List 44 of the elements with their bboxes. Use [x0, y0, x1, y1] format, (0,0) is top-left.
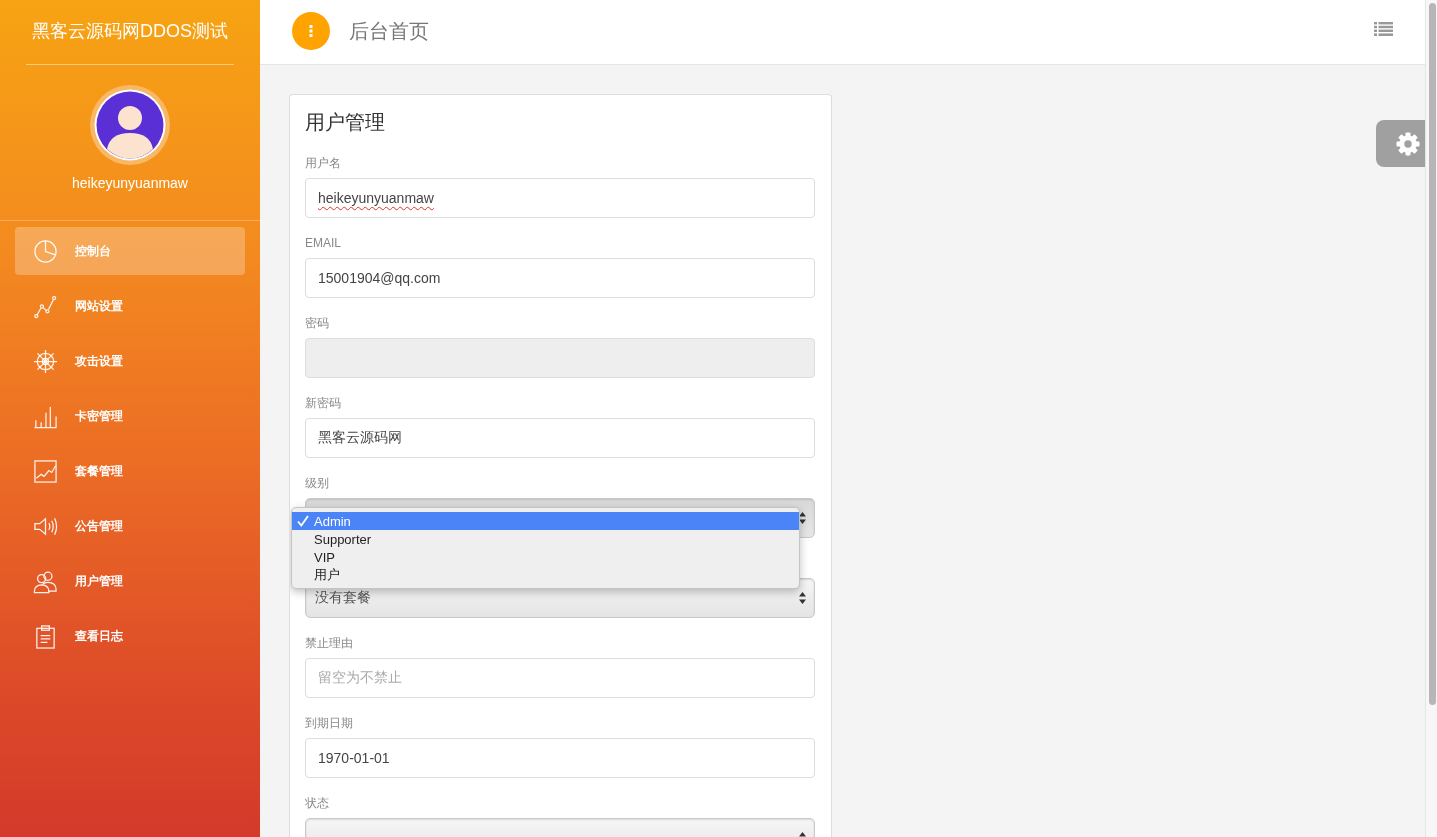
sidebar-item[interactable]: 查看日志	[15, 612, 245, 660]
field-label: 级别	[305, 476, 330, 491]
ship-wheel-icon	[33, 348, 58, 374]
list-icon[interactable]	[1374, 21, 1393, 36]
sidebar-item[interactable]: 用户管理	[15, 557, 245, 605]
sidebar-item[interactable]: 攻击设置	[15, 337, 245, 385]
updown-arrows-icon	[799, 592, 806, 604]
dropdown-option[interactable]: VIP	[292, 548, 799, 566]
field-label: EMAIL	[305, 236, 342, 251]
card-title: 用户管理	[305, 110, 386, 135]
username: heikeyunyuanmaw	[71, 174, 189, 192]
field-label: 新密码	[305, 396, 342, 411]
field-label: 密码	[305, 316, 330, 331]
check-icon	[297, 515, 309, 527]
settings-button[interactable]	[1376, 120, 1425, 167]
input-field[interactable]: 黑客云源码网	[305, 418, 815, 458]
settings-icon	[1396, 131, 1420, 156]
field-label: 到期日期	[305, 716, 354, 731]
sidebar-item[interactable]: 套餐管理	[15, 447, 245, 495]
chart-frame-icon	[33, 458, 58, 484]
sidebar-item[interactable]: 网站设置	[15, 282, 245, 330]
field-label: 禁止理由	[305, 636, 354, 651]
dropdown-option[interactable]: Admin	[292, 512, 799, 530]
updown-arrows-icon	[799, 512, 806, 524]
dropdown-option[interactable]: Supporter	[292, 530, 799, 548]
clipboard-icon	[33, 623, 58, 649]
pie-chart-icon	[33, 238, 58, 264]
field-label: 用户名	[305, 156, 342, 171]
line-chart-icon	[33, 293, 58, 319]
scrollbar-thumb[interactable]	[1429, 3, 1436, 705]
input-field[interactable]: 15001904@qq.com	[305, 258, 815, 298]
menu-toggle-button[interactable]	[292, 12, 330, 50]
dots-icon	[309, 25, 313, 37]
sidebar-item[interactable]: 公告管理	[15, 502, 245, 550]
scrollbar[interactable]	[1425, 0, 1437, 837]
input-field[interactable]: heikeyunyuanmaw	[305, 178, 815, 218]
input-field[interactable]: 留空为不禁止	[305, 658, 815, 698]
field-label: 状态	[305, 796, 330, 811]
sidebar-item[interactable]: 卡密管理	[15, 392, 245, 440]
page-title: 后台首页	[349, 18, 430, 44]
site-title: 黑客云源码网DDOS测试	[31, 20, 229, 43]
sidebar-item[interactable]: 控制台	[15, 227, 245, 275]
avatar-icon	[90, 85, 170, 165]
input-field[interactable]: 1970-01-01	[305, 738, 815, 778]
